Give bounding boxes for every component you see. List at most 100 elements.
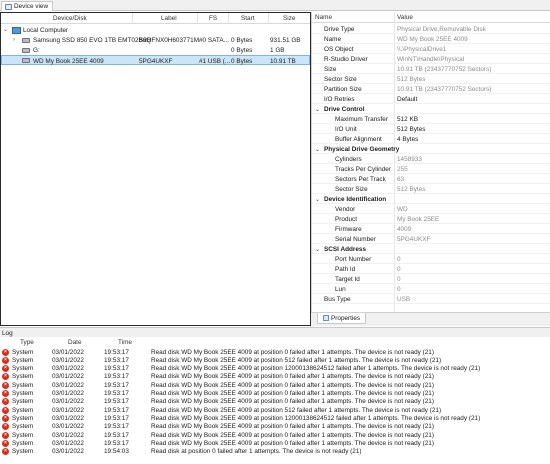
collapse-chevron-icon[interactable]: ⌄ [315,196,320,203]
property-group[interactable]: ⌄ SCSI Address [312,244,550,254]
property-row[interactable]: Name WD My Book 25EE 4009 [312,34,550,44]
error-icon: × [2,406,9,414]
property-row[interactable]: Sectors Per Track 63 [312,174,550,184]
expand-chevron-icon[interactable]: › [13,37,15,43]
log-row[interactable]: × System 03/01/2022 19:53:17 Read disk WD My… [0,439,550,447]
collapse-chevron-icon[interactable]: ⌄ [315,146,320,153]
property-row[interactable]: OS Object \\.\PhysicalDrive1 [312,44,550,54]
property-group[interactable]: ⌄ Physical Drive Geometry [312,144,550,154]
property-row[interactable]: I/O Unit 512 Bytes [312,124,550,134]
property-row[interactable]: I/O Retries Default [312,94,550,104]
column-header-time[interactable]: Time [118,339,132,346]
property-row[interactable]: Product My Book 25EE [312,214,550,224]
property-row[interactable]: Cylinders 1458933 [312,154,550,164]
hard-drive-icon [22,47,30,53]
log-panel: Type Date Time × System 03/01/2022 19:53:17… [0,337,550,464]
property-row[interactable]: Sector Size 512 Bytes [312,184,550,194]
property-value: WD [397,206,408,213]
tab-properties[interactable]: Properties [317,313,367,324]
property-row[interactable]: Maximum Transfer 512 KB [312,114,550,124]
tree-root-local-computer[interactable]: ⌄ Local Computer [1,25,310,35]
log-row[interactable]: × System 03/01/2022 19:53:17 Read disk WD My… [0,356,550,364]
device-row-selected[interactable]: WD My Book 25EE 4009 5PG4UKXF #1 USB (..… [1,55,310,65]
property-row[interactable]: Drive Type Physical Drive,Removable Disk [312,24,550,34]
property-row[interactable]: Buffer Alignment 4 Bytes [312,134,550,144]
property-value[interactable]: 512 Bytes [397,126,425,133]
computer-icon [12,26,21,34]
log-row[interactable]: × System 03/01/2022 19:53:17 Read disk WD My… [0,390,550,398]
property-name: Port Number [335,256,372,263]
column-header-date[interactable]: Date [68,339,82,346]
column-header-type[interactable]: Type [20,339,34,346]
device-size: 1 GB [270,46,285,54]
property-row[interactable]: Bus Type USB [312,294,550,304]
property-row[interactable]: Tracks Per Cylinder 255 [312,164,550,174]
property-name: Cylinders [335,156,362,163]
log-text: Read disk at position 0 failed after 1 a… [151,448,362,456]
property-row[interactable]: Path Id 0 [312,264,550,274]
collapse-chevron-icon[interactable]: ⌄ [315,106,320,113]
property-row[interactable]: Lun 0 [312,284,550,294]
property-name: Maximum Transfer [335,116,388,123]
property-name: I/O Retries [324,96,355,103]
log-date: 03/01/2022 [52,414,84,422]
log-type: System [12,406,34,414]
log-date: 03/01/2022 [52,439,84,447]
log-row[interactable]: × System 03/01/2022 19:53:17 Read disk WD My… [0,365,550,373]
column-header-size[interactable]: Size [283,15,295,22]
log-row[interactable]: × System 03/01/2022 19:53:17 Read disk WD My… [0,381,550,389]
log-row[interactable]: × System 03/01/2022 19:53:17 Read disk WD My… [0,398,550,406]
log-row[interactable]: × System 03/01/2022 19:53:17 Read disk WD My… [0,414,550,422]
tree-root-label: Local Computer [23,26,69,34]
column-header-fs[interactable]: FS [209,15,217,22]
error-icon: × [2,423,9,431]
collapse-chevron-icon[interactable]: ⌄ [3,26,8,33]
log-time: 19:53:17 [104,356,129,364]
property-name: Partition Size [324,86,362,93]
log-row[interactable]: × System 03/01/2022 19:53:17 Read disk WD My… [0,348,550,356]
column-header-device[interactable]: Device/Disk [53,15,87,22]
property-value[interactable]: 512 KB [397,116,418,123]
device-size: 10.91 TB [270,57,296,65]
property-row[interactable]: Vendor WD [312,204,550,214]
error-icon: × [2,390,9,397]
property-name: Product [335,216,358,223]
error-icon: × [2,381,9,389]
hard-drive-icon [22,37,30,43]
property-row[interactable]: Size 10.91 TB (23437770752 Sectors) [312,64,550,74]
log-date: 03/01/2022 [52,356,84,364]
column-header-start[interactable]: Start [241,15,255,22]
log-type: System [12,439,34,447]
property-group[interactable]: ⌄ Device Identification [312,194,550,204]
property-name: Vendor [335,206,356,213]
property-name: OS Object [324,46,354,53]
device-row[interactable]: › Samsung SSD 850 EVO 1TB EMT02B6Q S2RFN… [1,35,310,45]
column-header-label[interactable]: Label [161,15,177,22]
log-row[interactable]: × System 03/01/2022 19:53:17 Read disk WD My… [0,406,550,414]
hard-drive-icon [22,57,30,63]
property-row[interactable]: Firmware 4009 [312,224,550,234]
property-row[interactable]: Serial Number 5PG4UKXF [312,234,550,244]
property-value[interactable]: 4 Bytes [397,136,418,143]
property-row[interactable]: Target Id 0 [312,274,550,284]
device-row[interactable]: G: 0 Bytes 1 GB [1,45,310,55]
property-row[interactable]: Port Number 0 [312,254,550,264]
column-header-value[interactable]: Value [397,14,413,21]
log-row[interactable]: × System 03/01/2022 19:54:03 Read disk at po… [0,448,550,456]
device-table-header: Device/Disk Label FS Start Size [1,13,310,24]
property-group[interactable]: ⌄ Drive Control [312,104,550,114]
tab-device-view[interactable]: Device view [1,1,54,11]
column-header-name[interactable]: Name [315,14,332,21]
log-row[interactable]: × System 03/01/2022 19:53:17 Read disk WD My… [0,373,550,381]
collapse-chevron-icon[interactable]: ⌄ [315,246,320,253]
log-row[interactable]: × System 03/01/2022 19:53:17 Read disk WD My… [0,423,550,431]
device-start: 0 Bytes [231,57,253,65]
property-row[interactable]: Partition Size 10.91 TB (23437770752 Sect… [312,84,550,94]
property-row[interactable]: Sector Size 512 Bytes [312,74,550,84]
log-time: 19:53:17 [104,398,129,406]
property-name: Sector Size [324,76,357,83]
log-row[interactable]: × System 03/01/2022 19:53:17 Read disk WD My… [0,431,550,439]
property-row[interactable]: R-Studio Driver WinNT\Handle\Physical [312,54,550,64]
property-value[interactable]: Default [397,96,417,103]
log-text: Read disk WD My Book 25EE 4009 at positi… [151,381,434,389]
